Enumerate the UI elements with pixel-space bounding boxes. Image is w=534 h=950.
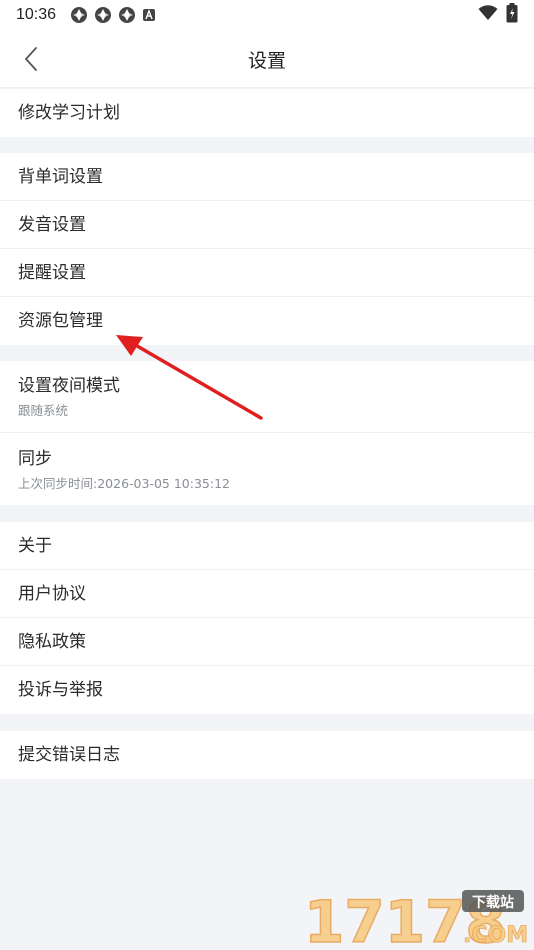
settings-group-about: 关于 用户协议 隐私政策 投诉与举报 [0, 522, 534, 714]
row-label: 提醒设置 [18, 262, 86, 283]
row-edit-study-plan[interactable]: 修改学习计划 [0, 89, 534, 137]
row-label: 同步 [18, 448, 52, 469]
settings-group-plan: 修改学习计划 [0, 89, 534, 137]
row-label: 设置夜间模式 [18, 376, 120, 396]
app-notification-icon [94, 6, 112, 24]
row-about[interactable]: 关于 [0, 522, 534, 570]
app-notification-icon [118, 6, 136, 24]
row-night-mode[interactable]: 设置夜间模式 跟随系统 [0, 361, 534, 433]
row-sublabel: 上次同步时间:2026-03-05 10:35:12 [18, 475, 230, 491]
row-complaint-report[interactable]: 投诉与举报 [0, 666, 534, 714]
watermark-suffix: .COM [463, 923, 528, 948]
settings-screen: 10:36 设置 修改学习计划 背单词设置 发音设置 提醒设置 资源包管理 设置… [0, 0, 534, 950]
row-word-settings[interactable]: 背单词设置 [0, 153, 534, 201]
settings-group-log: 提交错误日志 [0, 731, 534, 779]
row-user-agreement[interactable]: 用户协议 [0, 570, 534, 618]
wifi-icon [478, 5, 498, 25]
row-submit-error-log[interactable]: 提交错误日志 [0, 731, 534, 779]
row-label: 资源包管理 [18, 311, 103, 331]
settings-group-study: 背单词设置 发音设置 提醒设置 资源包管理 [0, 153, 534, 345]
app-notification-icon [70, 6, 88, 24]
page-title: 设置 [247, 50, 286, 72]
row-sublabel: 跟随系统 [18, 403, 69, 418]
row-reminder-settings[interactable]: 提醒设置 [0, 249, 534, 297]
row-label: 投诉与举报 [18, 680, 103, 700]
row-resource-pack-management[interactable]: 资源包管理 [0, 297, 534, 345]
watermark-badge: 下载站 [472, 894, 514, 911]
status-time: 10:36 [16, 6, 57, 23]
row-label: 用户协议 [18, 583, 86, 604]
row-label: 关于 [18, 535, 52, 556]
row-label: 背单词设置 [18, 166, 103, 187]
nav-bar: 设置 [0, 30, 534, 88]
row-label: 提交错误日志 [18, 745, 120, 765]
status-bar: 10:36 [0, 0, 534, 30]
row-sync[interactable]: 同步 上次同步时间:2026-03-05 10:35:12 [0, 433, 534, 505]
row-label: 隐私政策 [18, 631, 86, 652]
row-privacy-policy[interactable]: 隐私政策 [0, 618, 534, 666]
settings-group-display: 设置夜间模式 跟随系统 同步 上次同步时间:2026-03-05 10:35:1… [0, 361, 534, 505]
a-notification-icon [142, 8, 156, 22]
row-label: 修改学习计划 [18, 103, 120, 123]
battery-icon [506, 3, 518, 27]
site-watermark: 17178 下载站 .COM [303, 887, 528, 950]
row-label: 发音设置 [18, 214, 86, 235]
row-pronunciation-settings[interactable]: 发音设置 [0, 201, 534, 249]
